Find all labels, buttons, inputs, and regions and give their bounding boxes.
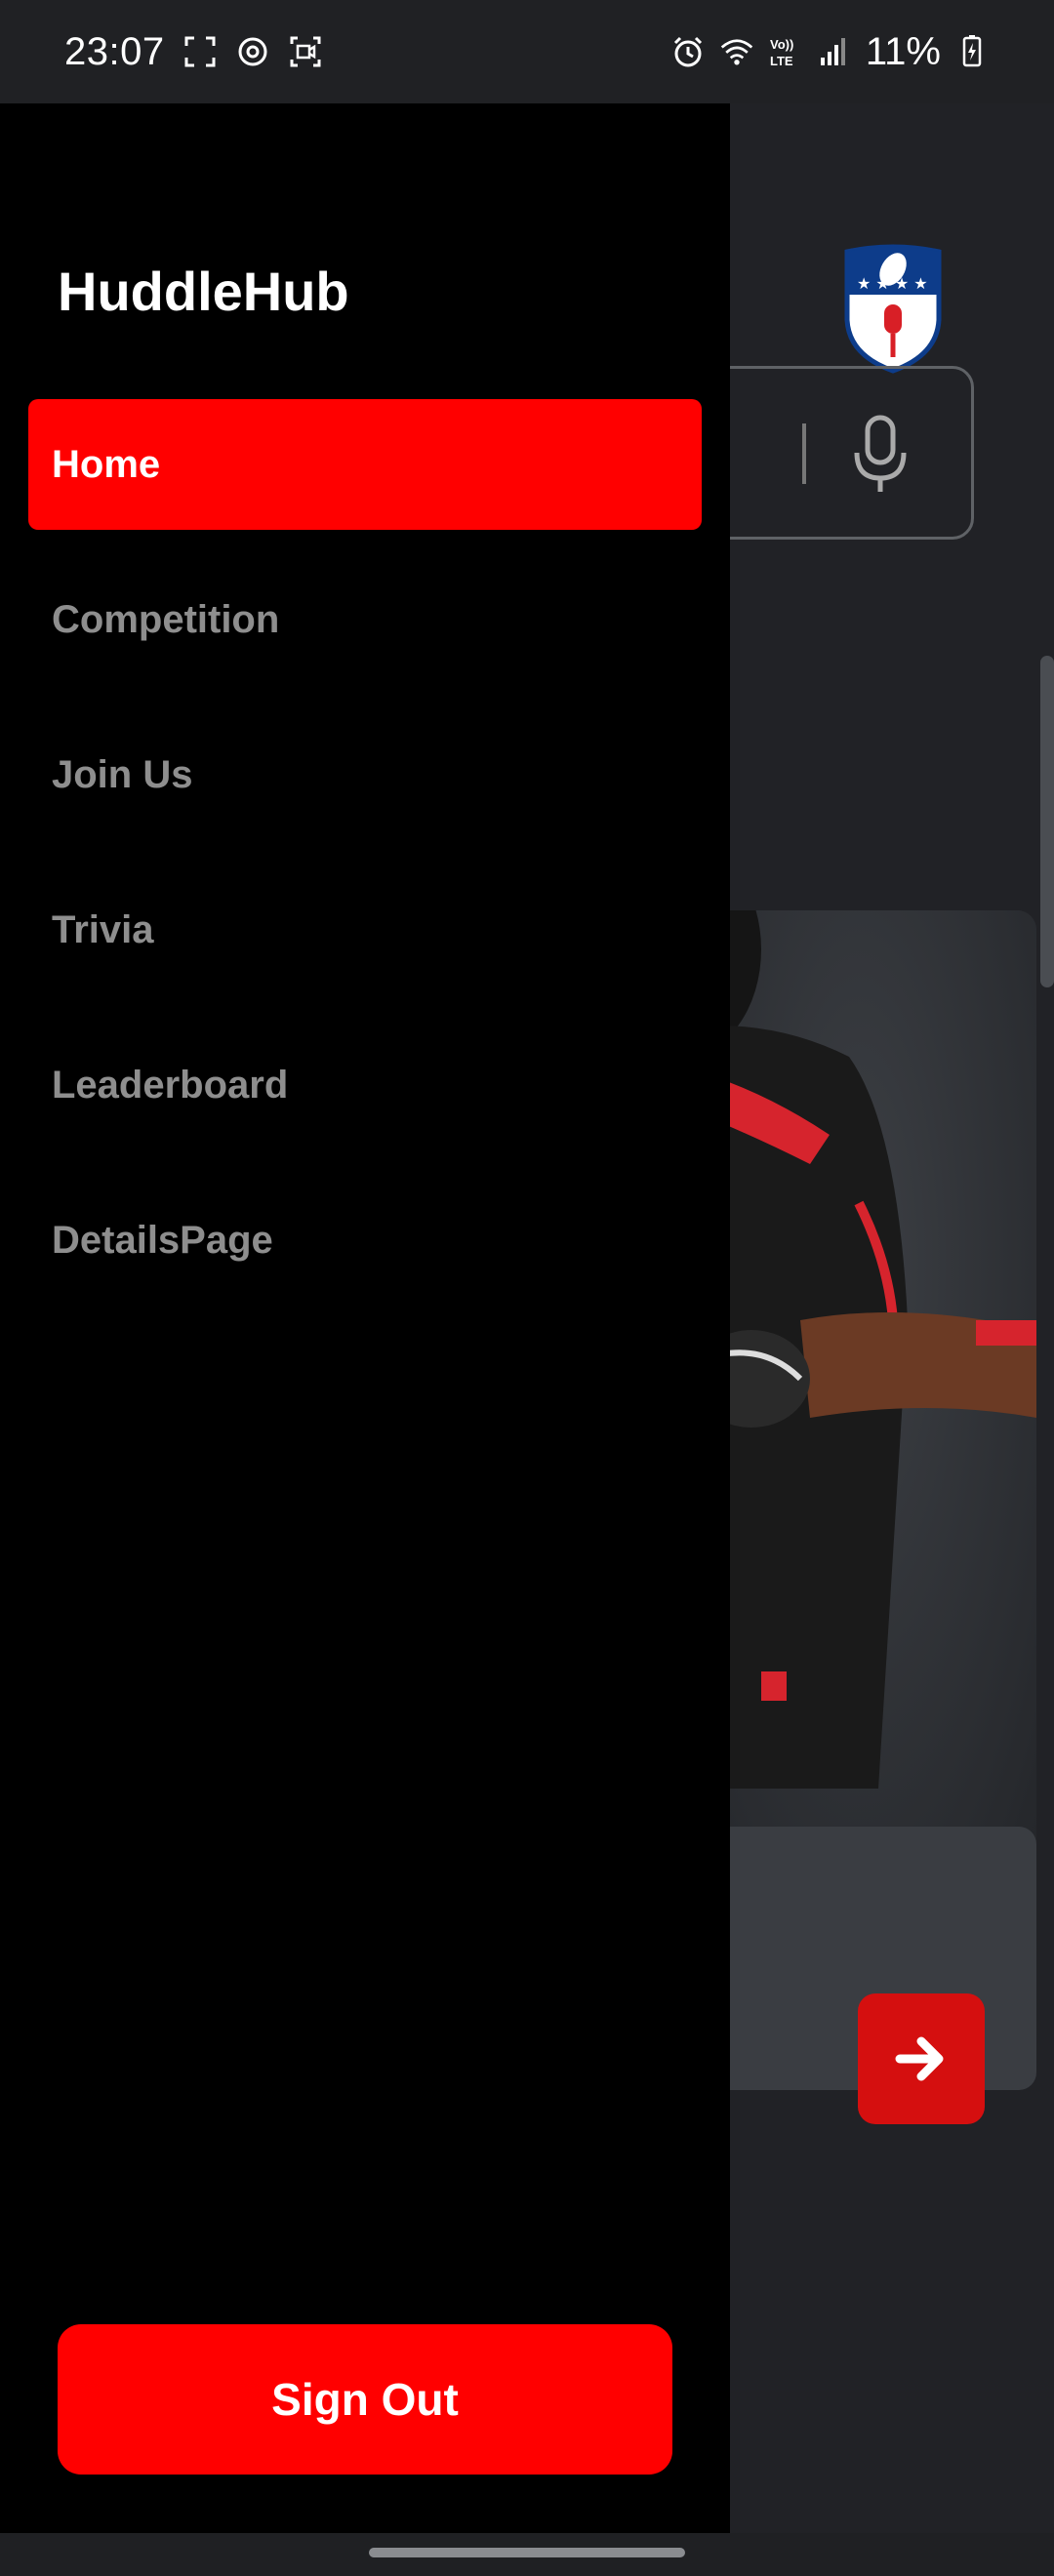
nav-item-details-page[interactable]: DetailsPage bbox=[28, 1175, 702, 1306]
sign-out-button[interactable]: Sign Out bbox=[58, 2324, 672, 2475]
battery-charging-icon bbox=[962, 35, 982, 67]
nav-item-trivia[interactable]: Trivia bbox=[28, 865, 702, 995]
league-shield-logo: ★ ★ ★ ★ bbox=[844, 244, 942, 374]
sync-icon bbox=[238, 37, 267, 66]
screen-record-icon bbox=[290, 36, 321, 67]
search-divider bbox=[802, 423, 806, 484]
nav-item-leaderboard[interactable]: Leaderboard bbox=[28, 1020, 702, 1150]
wifi-icon bbox=[720, 39, 753, 65]
arrow-right-icon bbox=[895, 2036, 944, 2081]
alarm-icon bbox=[673, 36, 702, 67]
nav-item-join-us[interactable]: Join Us bbox=[28, 709, 702, 840]
status-right-icons: Vo)) LTE 11% bbox=[670, 30, 990, 74]
navigation-drawer: HuddleHub Home Competition Join Us Trivi… bbox=[0, 103, 730, 2533]
drawer-title: HuddleHub bbox=[58, 261, 349, 322]
svg-text:LTE: LTE bbox=[770, 54, 793, 68]
nav-item-competition[interactable]: Competition bbox=[28, 554, 702, 685]
status-bar: 23:07 Vo)) LTE 11% bbox=[0, 0, 1054, 103]
home-indicator[interactable] bbox=[369, 2548, 685, 2557]
status-time: 23:07 bbox=[64, 29, 165, 73]
mic-icon[interactable] bbox=[851, 414, 910, 496]
screenshot-frame-icon bbox=[184, 36, 216, 67]
scrollbar[interactable] bbox=[1040, 656, 1054, 987]
volte-icon: Vo)) LTE bbox=[770, 37, 793, 68]
signal-icon bbox=[820, 38, 845, 65]
next-arrow-button[interactable] bbox=[858, 1993, 985, 2124]
status-left-icons bbox=[182, 34, 323, 69]
nav-item-home[interactable]: Home bbox=[28, 399, 702, 530]
svg-text:Vo)): Vo)) bbox=[770, 37, 793, 52]
battery-percentage: 11% bbox=[865, 29, 941, 73]
